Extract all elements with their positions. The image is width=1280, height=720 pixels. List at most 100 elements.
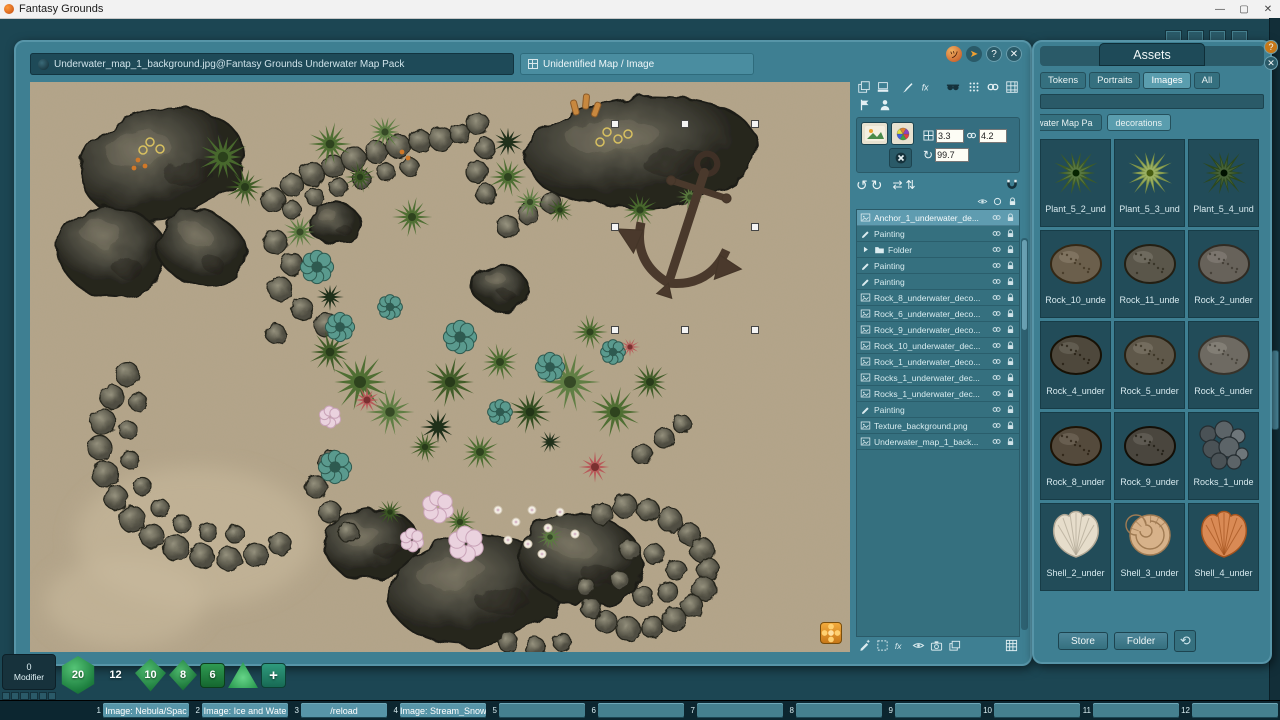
person-icon[interactable] — [876, 97, 893, 113]
lock-icon[interactable] — [1005, 260, 1016, 271]
mini-slot[interactable] — [2, 692, 10, 700]
asset-item[interactable]: Plant_5_4_und — [1188, 139, 1259, 227]
die-d6[interactable]: 6 — [200, 663, 225, 688]
zoom-input[interactable] — [935, 148, 969, 162]
layer-row[interactable]: Rocks_1_underwater_dec... — [857, 386, 1019, 402]
fx-small-icon[interactable]: fx — [894, 639, 907, 652]
flag-icon[interactable] — [856, 97, 873, 113]
hotkey-box[interactable] — [697, 703, 783, 718]
lock-icon[interactable] — [1007, 196, 1018, 207]
lock-icon[interactable] — [1005, 436, 1016, 447]
assets-titlebar[interactable]: Assets ? ✕ — [1040, 46, 1264, 66]
lock-icon[interactable] — [1005, 212, 1016, 223]
layer-row[interactable]: Rock_10_underwater_dec... — [857, 338, 1019, 354]
refresh-icon[interactable]: ⟲ — [1174, 630, 1196, 652]
layer-row[interactable]: Rock_6_underwater_deco... — [857, 306, 1019, 322]
layer-row[interactable]: Anchor_1_underwater_de... — [857, 210, 1019, 226]
edit-icon[interactable] — [858, 639, 871, 652]
token-face-icon[interactable]: ツ — [946, 46, 962, 62]
color-wheel-button[interactable] — [891, 122, 914, 145]
flip-vertical-icon[interactable]: ⇅ — [906, 179, 916, 191]
selection-handle[interactable] — [612, 121, 619, 128]
asset-item[interactable]: Plant_5_2_und — [1040, 139, 1111, 227]
brush-icon[interactable] — [900, 79, 916, 95]
link-icon[interactable] — [991, 420, 1002, 431]
map-menu-button[interactable] — [820, 622, 842, 644]
close-button[interactable]: ✕ — [1256, 4, 1280, 15]
redo-icon[interactable]: ↻ — [871, 178, 883, 192]
selection-handle[interactable] — [752, 121, 759, 128]
link-icon[interactable] — [991, 308, 1002, 319]
link-icon[interactable] — [991, 324, 1002, 335]
die-d4[interactable] — [228, 662, 258, 688]
map-tab-unidentified[interactable]: Unidentified Map / Image — [520, 53, 754, 75]
mini-slot[interactable] — [30, 692, 38, 700]
hotkey-box[interactable]: Image: Ice and Wate — [202, 703, 288, 718]
layer-row[interactable]: Underwater_map_1_back... — [857, 434, 1019, 450]
link-icon[interactable] — [991, 276, 1002, 287]
layer-row[interactable]: Painting — [857, 402, 1019, 418]
hotkey-box[interactable] — [1093, 703, 1179, 718]
lock-icon[interactable] — [1005, 340, 1016, 351]
image-button[interactable] — [861, 122, 888, 145]
clear-button[interactable] — [889, 148, 912, 168]
asset-item[interactable]: Shell_3_under — [1114, 503, 1185, 591]
mask-icon[interactable] — [945, 79, 961, 95]
maximize-button[interactable]: ▢ — [1232, 4, 1256, 15]
hotkey-box[interactable] — [796, 703, 882, 718]
breadcrumb-folder[interactable]: decorations — [1107, 114, 1172, 131]
hotkey-box[interactable] — [895, 703, 981, 718]
die-dplus[interactable]: + — [261, 663, 286, 688]
grid-dots-icon[interactable] — [967, 79, 983, 95]
asset-item[interactable]: Rocks_1_unde — [1188, 412, 1259, 500]
eye-icon[interactable] — [977, 196, 988, 207]
grid-icon[interactable] — [1004, 79, 1020, 95]
table-icon[interactable] — [1005, 639, 1018, 652]
link-icon[interactable] — [985, 79, 1001, 95]
selection-handle[interactable] — [612, 327, 619, 334]
layer-row[interactable]: Rock_9_underwater_deco... — [857, 322, 1019, 338]
link-icon[interactable] — [991, 244, 1002, 255]
lock-icon[interactable] — [1005, 420, 1016, 431]
tab-images[interactable]: Images — [1143, 72, 1190, 89]
lock-icon[interactable] — [1005, 388, 1016, 399]
hotkey-box[interactable] — [1192, 703, 1278, 718]
selection-handle[interactable] — [682, 121, 689, 128]
expander-icon[interactable] — [860, 244, 871, 255]
lock-icon[interactable] — [1005, 324, 1016, 335]
camera-icon[interactable] — [930, 639, 943, 652]
asset-item[interactable]: Plant_5_3_und — [1114, 139, 1185, 227]
link-icon[interactable] — [991, 212, 1002, 223]
lock-icon[interactable] — [1005, 404, 1016, 415]
hotkey-box[interactable] — [499, 703, 585, 718]
layer-row[interactable]: Rock_1_underwater_deco... — [857, 354, 1019, 370]
panel-scrollbar[interactable] — [1021, 238, 1028, 630]
die-d12[interactable]: 12 — [99, 658, 132, 693]
eye-small-icon[interactable] — [912, 639, 925, 652]
lock-icon[interactable] — [1005, 308, 1016, 319]
hotkey-box[interactable] — [598, 703, 684, 718]
help-icon[interactable]: ? — [986, 46, 1002, 62]
tab-all[interactable]: All — [1194, 72, 1221, 89]
assets-title[interactable]: Assets — [1099, 43, 1205, 66]
asset-item[interactable]: Rock_6_under — [1188, 321, 1259, 409]
asset-item[interactable]: Shell_2_under — [1040, 503, 1111, 591]
scrollbar-handle[interactable] — [1271, 350, 1279, 430]
grid-y-input[interactable] — [979, 129, 1007, 143]
pointer-icon[interactable]: ➤ — [966, 46, 982, 62]
magnet-icon[interactable] — [1003, 177, 1020, 193]
layer-row[interactable]: Rock_8_underwater_deco... — [857, 290, 1019, 306]
assets-close-icon[interactable]: ✕ — [1264, 56, 1278, 70]
hotkey-box[interactable]: Image: Nebula/Spac — [103, 703, 189, 718]
mini-slot[interactable] — [11, 692, 19, 700]
stamp-icon[interactable] — [875, 79, 891, 95]
asset-item[interactable]: Rock_8_under — [1040, 412, 1111, 500]
asset-item[interactable]: Rock_10_unde — [1040, 230, 1111, 318]
lock-icon[interactable] — [1005, 276, 1016, 287]
layer-row[interactable]: Painting — [857, 226, 1019, 242]
asset-item[interactable]: Rock_2_under — [1188, 230, 1259, 318]
layer-row[interactable]: Painting — [857, 274, 1019, 290]
grid-x-input[interactable] — [936, 129, 964, 143]
stack-icon[interactable] — [948, 639, 961, 652]
layer-row[interactable]: Rocks_1_underwater_dec... — [857, 370, 1019, 386]
